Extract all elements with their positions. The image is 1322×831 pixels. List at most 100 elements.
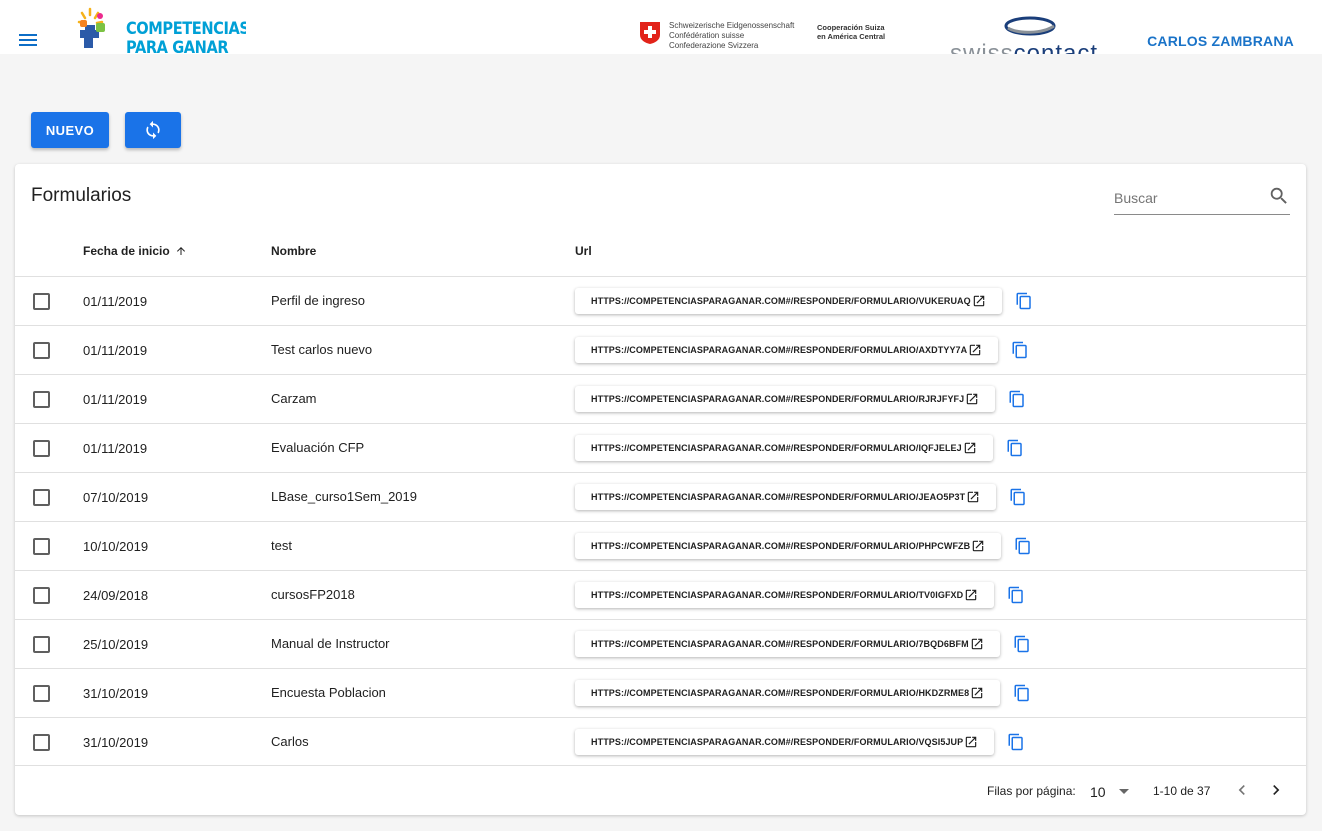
brand-line-1: COMPETENCIAS [126,19,246,39]
pagination-footer: Filas por página: 10 1-10 de 37 [15,770,1306,810]
swisscontact-wordmark: swisscontact [950,40,1098,54]
column-header-nombre[interactable]: Nombre [271,244,316,258]
url-link-chip[interactable]: HTTPS://COMPETENCIASPARAGANAR.COM#/RESPO… [575,680,1001,706]
copy-icon[interactable] [1014,537,1032,555]
copy-icon[interactable] [1013,635,1031,653]
row-checkbox[interactable] [33,440,50,457]
row-checkbox[interactable] [33,489,50,506]
refresh-button[interactable] [125,112,181,148]
swiss-line-1: Schweizerische Eidgenossenschaft [669,21,795,30]
fecha-cell: 01/11/2019 [83,392,148,407]
url-text: HTTPS://COMPETENCIASPARAGANAR.COM#/RESPO… [591,394,965,404]
url-link-chip[interactable]: HTTPS://COMPETENCIASPARAGANAR.COM#/RESPO… [575,386,996,412]
nombre-cell: cursosFP2018 [271,587,355,602]
open-in-new-icon [973,295,984,307]
nombre-cell: Carzam [271,391,317,406]
new-button[interactable]: NUEVO [31,112,109,148]
search-input[interactable] [1114,188,1260,208]
nombre-cell: test [271,538,292,553]
swisscontact-swirl-icon [1004,16,1056,36]
user-name[interactable]: CARLOS ZAMBRANA [1147,33,1294,49]
copy-icon[interactable] [1007,733,1025,751]
chevron-left-icon[interactable] [1232,780,1252,800]
nombre-cell: Test carlos nuevo [271,342,373,357]
page-range-text: 1-10 de 37 [1153,784,1211,798]
table-row: 31/10/2019 Carlos HTTPS://COMPETENCIASPARA… [15,717,1306,766]
forms-card: Formularios Fecha de inicio Nombre Url 0… [15,164,1306,815]
copy-icon[interactable] [1006,439,1024,457]
url-text: HTTPS://COMPETENCIASPARAGANAR.COM#/RESPO… [591,296,971,306]
search-field[interactable] [1114,182,1290,215]
row-checkbox[interactable] [33,342,50,359]
open-in-new-icon [968,491,979,503]
chevron-right-icon[interactable] [1266,780,1286,800]
competencias-para-ganar-logo[interactable]: COMPETENCIAS PARA GANAR [76,6,246,54]
arrow-up-icon[interactable] [175,245,187,257]
copy-icon[interactable] [1009,488,1027,506]
swisscontact-word-a: swiss [950,40,1014,54]
card-title: Formularios [31,185,132,206]
row-checkbox[interactable] [33,685,50,702]
copy-icon[interactable] [1007,586,1025,604]
row-checkbox[interactable] [33,636,50,653]
fecha-cell: 31/10/2019 [83,735,149,750]
swiss-flag-icon [640,22,660,44]
url-link-chip[interactable]: HTTPS://COMPETENCIASPARAGANAR.COM#/RESPO… [575,288,1002,314]
open-in-new-icon [970,344,981,356]
url-link-chip[interactable]: HTTPS://COMPETENCIASPARAGANAR.COM#/RESPO… [575,337,999,363]
nombre-cell: Encuesta Poblacion [271,685,386,700]
column-header-fecha[interactable]: Fecha de inicio [83,244,187,258]
brand-name: COMPETENCIAS PARA GANAR [126,19,246,55]
column-label-fecha: Fecha de inicio [83,244,170,258]
fecha-cell: 01/11/2019 [83,294,148,309]
search-icon[interactable] [1268,185,1290,207]
url-link-chip[interactable]: HTTPS://COMPETENCIASPARAGANAR.COM#/RESPO… [575,533,1002,559]
open-in-new-icon [966,589,977,601]
table-row: 31/10/2019 Encuesta Poblacion HTTPS://COMP… [15,668,1306,717]
url-link-chip[interactable]: HTTPS://COMPETENCIASPARAGANAR.COM#/RESPO… [575,729,995,755]
table-row: 07/10/2019 LBase_curso1Sem_2019 HTTPS://CO… [15,472,1306,521]
swisscontact-logo: swisscontact [947,16,1117,54]
url-text: HTTPS://COMPETENCIASPARAGANAR.COM#/RESPO… [591,492,966,502]
row-checkbox[interactable] [33,734,50,751]
brand-line-2: PARA GANAR [126,38,229,55]
table-row: 01/11/2019 Perfil de ingreso HTTPS://COMPE… [15,276,1306,325]
open-in-new-icon [971,638,982,650]
top-app-bar: COMPETENCIAS PARA GANAR Schweizerische E… [0,0,1322,54]
row-checkbox[interactable] [33,538,50,555]
table-row: 01/11/2019 Carzam HTTPS://COMPETENCIASPARA… [15,374,1306,423]
nombre-cell: Manual de Instructor [271,636,390,651]
url-link-chip[interactable]: HTTPS://COMPETENCIASPARAGANAR.COM#/RESPO… [575,484,997,510]
copy-icon[interactable] [1008,390,1026,408]
menu-icon[interactable] [17,29,41,51]
open-in-new-icon [966,736,977,748]
copy-icon[interactable] [1011,341,1029,359]
url-link-chip[interactable]: HTTPS://COMPETENCIASPARAGANAR.COM#/RESPO… [575,582,995,608]
fecha-cell: 10/10/2019 [83,539,149,554]
refresh-icon [146,120,160,140]
row-checkbox[interactable] [33,587,50,604]
open-in-new-icon [973,540,984,552]
nombre-cell: Evaluación CFP [271,440,365,455]
url-link-chip[interactable]: HTTPS://COMPETENCIASPARAGANAR.COM#/RESPO… [575,631,1000,657]
rows-per-page-select[interactable]: 10 [1090,778,1132,804]
row-checkbox[interactable] [33,391,50,408]
caret-down-icon [1119,789,1129,794]
url-text: HTTPS://COMPETENCIASPARAGANAR.COM#/RESPO… [591,688,970,698]
open-in-new-icon [967,393,978,405]
forms-table-body: 01/11/2019 Perfil de ingreso HTTPS://COMPE… [15,276,1306,766]
copy-icon[interactable] [1015,292,1033,310]
logo-figure-icon [77,7,105,48]
row-checkbox[interactable] [33,293,50,310]
fecha-cell: 31/10/2019 [83,686,149,701]
coop-line-1: Cooperación Suiza [817,23,885,32]
fecha-cell: 07/10/2019 [83,490,149,505]
copy-icon[interactable] [1013,684,1031,702]
url-link-chip[interactable]: HTTPS://COMPETENCIASPARAGANAR.COM#/RESPO… [575,435,993,461]
coop-line-2: en América Central [817,32,886,41]
url-text: HTTPS://COMPETENCIASPARAGANAR.COM#/RESPO… [591,737,964,747]
table-row: 24/09/2018 cursosFP2018 HTTPS://COMPETENCI… [15,570,1306,619]
url-text: HTTPS://COMPETENCIASPARAGANAR.COM#/RESPO… [591,541,971,551]
cooperacion-suiza-text: Cooperación Suiza en América Central [817,23,885,41]
table-row: 10/10/2019 test HTTPS://COMPETENCIASPARAGA… [15,521,1306,570]
